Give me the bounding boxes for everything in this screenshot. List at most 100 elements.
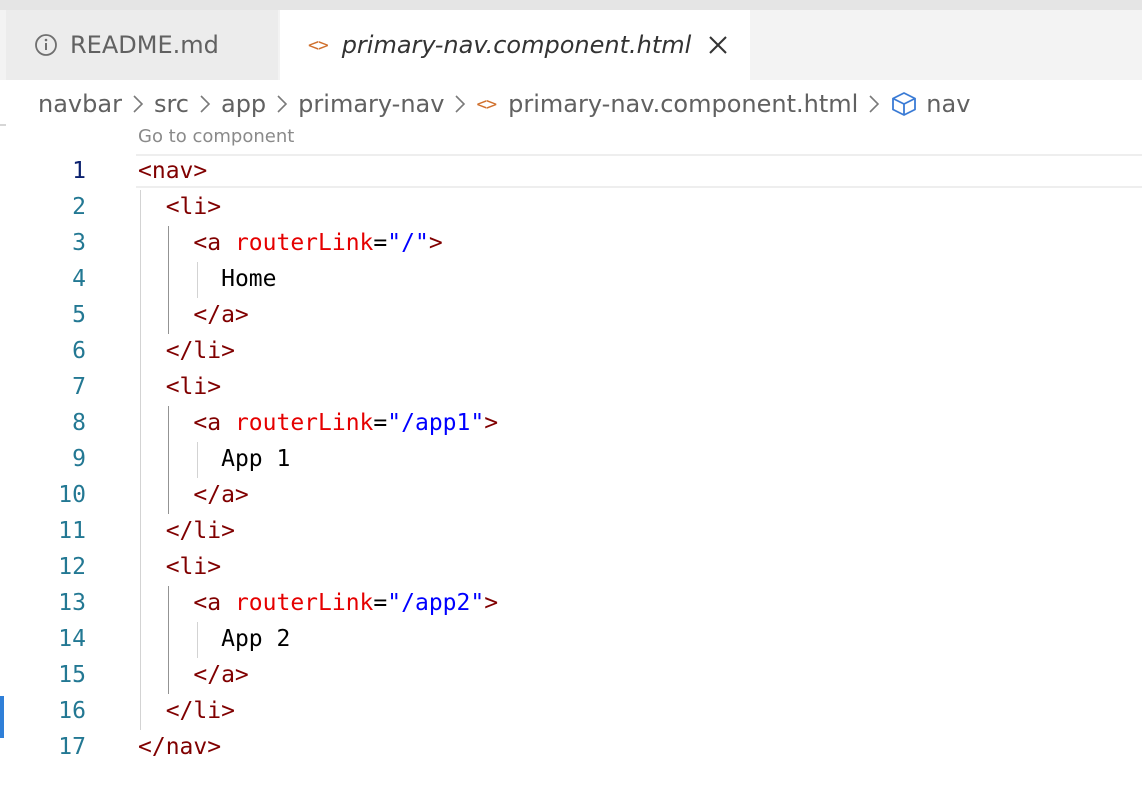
code-token: routerLink	[234, 230, 374, 256]
code-text: <a routerLink="/">	[138, 225, 443, 261]
code-text: </li>	[138, 693, 235, 729]
line-number: 13	[58, 590, 86, 616]
code-token: "/"	[387, 230, 429, 256]
code-line[interactable]: 13 <a routerLink="/app2">	[0, 585, 1142, 621]
code-token: routerLink	[234, 590, 374, 616]
line-number: 9	[72, 446, 86, 472]
code-token: Home	[221, 266, 277, 292]
line-number: 2	[72, 194, 86, 220]
code-text: </nav>	[138, 729, 221, 765]
code-token: "/app2"	[387, 590, 485, 616]
code-line[interactable]: 4 Home	[0, 261, 1142, 297]
breadcrumb: navbar src app primary-nav <> primary-na…	[38, 86, 970, 122]
breadcrumb-item-nav[interactable]: nav	[926, 90, 970, 118]
title-strip	[0, 0, 1142, 10]
code-line[interactable]: 1 <nav>	[0, 153, 1142, 189]
code-text: Home	[138, 261, 276, 297]
line-number: 15	[58, 662, 86, 688]
breadcrumb-item-app[interactable]: app	[221, 90, 266, 118]
chevron-right-icon	[455, 95, 466, 113]
code-text: </a>	[138, 477, 249, 513]
line-number: 1	[72, 158, 86, 184]
code-token: >	[484, 590, 499, 616]
chevron-right-icon	[200, 95, 211, 113]
line-number: 6	[72, 338, 86, 364]
code-text: App 1	[138, 441, 290, 477]
code-line[interactable]: 9 App 1	[0, 441, 1142, 477]
info-icon	[35, 34, 57, 56]
code-token: App 2	[221, 626, 291, 652]
line-number: 10	[58, 482, 86, 508]
code-line[interactable]: 3 <a routerLink="/">	[0, 225, 1142, 261]
code-text: <a routerLink="/app1">	[138, 405, 498, 441]
code-line[interactable]: 11 </li>	[0, 513, 1142, 549]
line-number: 14	[58, 626, 86, 652]
breadcrumb-item-src[interactable]: src	[154, 90, 189, 118]
code-lens-go-to-component[interactable]: Go to component	[138, 126, 294, 147]
line-number: 5	[72, 302, 86, 328]
cube-icon	[892, 92, 917, 116]
breadcrumb-item-navbar[interactable]: navbar	[38, 90, 122, 118]
breadcrumb-item-file[interactable]: primary-nav.component.html	[508, 90, 858, 118]
code-line[interactable]: 5 </a>	[0, 297, 1142, 333]
code-token: </a>	[193, 302, 249, 328]
line-number: 7	[72, 374, 86, 400]
code-text: <nav>	[138, 153, 207, 189]
code-token: </a>	[193, 662, 249, 688]
code-line[interactable]: 14 App 2	[0, 621, 1142, 657]
code-text: </li>	[138, 513, 235, 549]
close-icon[interactable]	[707, 34, 729, 56]
code-text: <li>	[138, 189, 221, 225]
code-brackets-icon: <>	[476, 93, 497, 115]
tab-readme[interactable]: README.md	[6, 10, 278, 80]
code-token: "/app1"	[387, 410, 485, 436]
code-line[interactable]: 17 </nav>	[0, 729, 1142, 765]
tab-label: primary-nav.component.html	[341, 31, 692, 59]
code-text: <li>	[138, 549, 221, 585]
code-token: routerLink	[234, 410, 374, 436]
code-line[interactable]: 12 <li>	[0, 549, 1142, 585]
code-text: </a>	[138, 657, 249, 693]
line-number: 16	[58, 698, 86, 724]
code-token: =	[373, 410, 388, 436]
code-token: =	[373, 590, 388, 616]
code-token: <li>	[165, 554, 222, 580]
code-line[interactable]: 15 </a>	[0, 657, 1142, 693]
code-line[interactable]: 2 <li>	[0, 189, 1142, 225]
code-token: </li>	[165, 698, 235, 724]
code-token: <li>	[165, 194, 222, 220]
line-number: 4	[72, 266, 86, 292]
code-token: </a>	[193, 482, 249, 508]
code-token: App 1	[221, 446, 291, 472]
chevron-right-icon	[277, 95, 288, 113]
line-number: 3	[72, 230, 86, 256]
code-line[interactable]: 10 </a>	[0, 477, 1142, 513]
tab-primary-nav-component[interactable]: <> primary-nav.component.html	[280, 10, 750, 80]
code-line[interactable]: 7 <li>	[0, 369, 1142, 405]
breadcrumb-item-primary-nav[interactable]: primary-nav	[298, 90, 444, 118]
chevron-right-icon	[133, 95, 144, 113]
code-text: <li>	[138, 369, 221, 405]
code-token: >	[428, 230, 443, 256]
code-line[interactable]: 16 </li>	[0, 693, 1142, 729]
editor-window: README.md <> primary-nav.component.html …	[0, 0, 1142, 808]
divider	[0, 124, 6, 126]
tab-bar: README.md <> primary-nav.component.html	[0, 10, 1142, 80]
code-token: </nav>	[138, 734, 222, 760]
line-number: 17	[58, 734, 86, 760]
line-number: 11	[58, 518, 86, 544]
code-line[interactable]: 6 </li>	[0, 333, 1142, 369]
code-text: <a routerLink="/app2">	[138, 585, 498, 621]
code-token: <nav>	[138, 158, 208, 184]
code-line[interactable]: 8 <a routerLink="/app1">	[0, 405, 1142, 441]
tab-label: README.md	[70, 31, 219, 59]
